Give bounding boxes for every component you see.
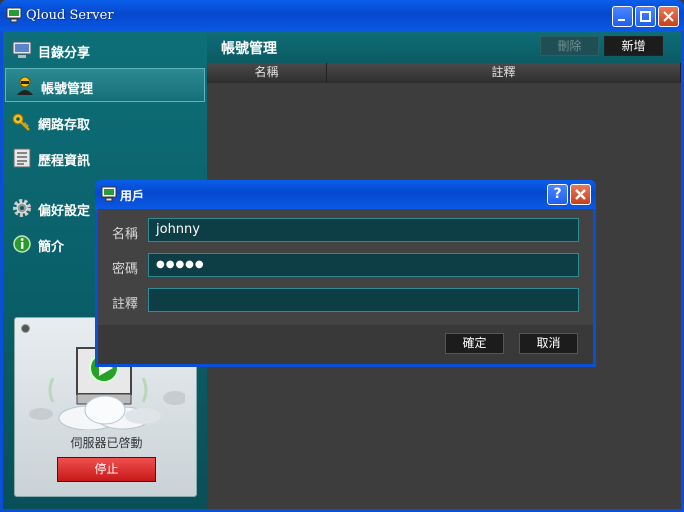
sidebar-item-label: 簡介 <box>38 240 65 255</box>
name-field[interactable]: johnny <box>148 218 579 242</box>
title-bar: Qloud Server <box>0 0 684 31</box>
sidebar-item-history[interactable]: 歷程資訊 <box>3 141 207 175</box>
sidebar-item-label: 目錄分享 <box>38 46 91 61</box>
sidebar-item-share[interactable]: 目錄分享 <box>3 33 207 67</box>
dialog-title-bar: 用戶 ? <box>95 180 596 209</box>
ok-button[interactable]: 確定 <box>445 333 504 354</box>
window-title: Qloud Server <box>26 8 114 23</box>
log-icon <box>13 148 31 168</box>
stop-server-button[interactable]: 停止 <box>57 457 156 482</box>
user-dialog: 用戶 ? 名稱 johnny 密碼 ●●●●● 註釋 確定 取消 <box>95 180 596 367</box>
help-button[interactable]: ? <box>547 184 568 205</box>
dialog-title: 用戶 <box>120 189 145 203</box>
main-header: 帳號管理 刪除 新增 <box>207 31 681 63</box>
column-header-name[interactable]: 名稱 <box>207 63 327 83</box>
sidebar-item-network[interactable]: 網路存取 <box>3 105 207 139</box>
gear-icon <box>13 199 31 217</box>
dialog-close-button[interactable] <box>570 184 591 205</box>
page-title: 帳號管理 <box>221 41 277 57</box>
sidebar-item-label: 帳號管理 <box>41 82 94 97</box>
status-led <box>21 324 30 333</box>
app-window: Qloud Server 目錄分享 帳號管理 網路存取 歷程資訊 偏好設定 簡介… <box>0 0 684 512</box>
sidebar-item-accounts[interactable]: 帳號管理 <box>5 68 205 102</box>
password-field[interactable]: ●●●●● <box>148 253 579 277</box>
dialog-body: 名稱 johnny 密碼 ●●●●● 註釋 確定 取消 <box>98 209 593 364</box>
delete-button[interactable]: 刪除 <box>540 36 599 56</box>
password-label: 密碼 <box>112 262 139 277</box>
key-icon <box>12 113 30 131</box>
note-label: 註釋 <box>112 297 139 312</box>
cancel-button[interactable]: 取消 <box>519 333 578 354</box>
sidebar-item-label: 偏好設定 <box>38 204 91 219</box>
app-icon <box>6 7 22 23</box>
sidebar-item-label: 歷程資訊 <box>38 154 91 169</box>
dialog-footer: 確定 取消 <box>98 325 593 364</box>
minimize-icon <box>618 19 625 21</box>
close-icon <box>663 11 674 22</box>
user-form: 名稱 johnny 密碼 ●●●●● 註釋 <box>98 209 593 325</box>
monitor-icon <box>12 41 32 58</box>
maximize-icon <box>640 11 651 22</box>
new-button[interactable]: 新增 <box>604 36 663 56</box>
column-header-note[interactable]: 註釋 <box>327 63 681 83</box>
minimize-button[interactable] <box>612 6 633 27</box>
user-icon <box>17 76 33 95</box>
info-icon <box>13 235 31 253</box>
close-icon <box>575 189 586 200</box>
server-status-text: 伺服器已啓動 <box>70 436 143 450</box>
sidebar-item-label: 網路存取 <box>38 118 91 133</box>
name-label: 名稱 <box>112 227 139 242</box>
close-button[interactable] <box>658 6 679 27</box>
maximize-button[interactable] <box>635 6 656 27</box>
app-icon <box>101 186 117 202</box>
note-field[interactable] <box>148 288 579 312</box>
